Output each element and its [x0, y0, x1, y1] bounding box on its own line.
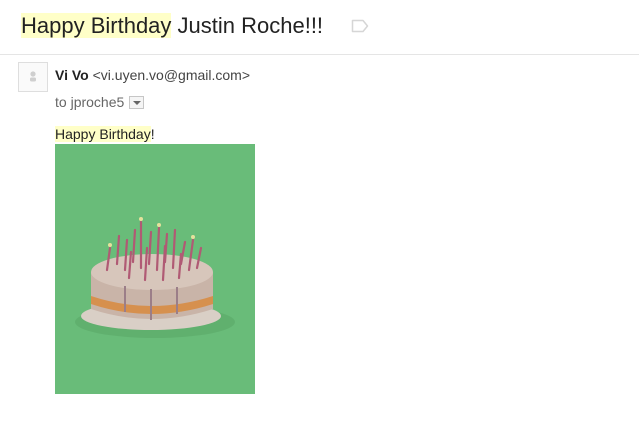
recipient-line: to jproche5 [55, 93, 145, 111]
subject-highlight: Happy Birthday [21, 13, 172, 38]
label-tag-icon[interactable] [351, 19, 369, 33]
subject-bar: Happy Birthday Justin Roche!!! [0, 0, 639, 55]
sender-name[interactable]: Vi Vo [55, 67, 89, 83]
body-highlight: Happy Birthday [55, 126, 151, 142]
subject-rest: Justin Roche!!! [171, 13, 324, 38]
email-subject: Happy Birthday Justin Roche!!! [21, 12, 323, 40]
sender-email: <vi.uyen.vo@gmail.com> [92, 67, 250, 83]
sender-line: Vi Vo <vi.uyen.vo@gmail.com> [55, 66, 250, 84]
recipient-name: jproche5 [70, 94, 125, 110]
to-label: to [55, 94, 67, 110]
default-avatar-icon [19, 71, 47, 95]
birthday-cake-image[interactable] [55, 144, 255, 394]
sender-avatar[interactable] [18, 62, 48, 92]
message-body: Happy Birthday! [55, 125, 155, 143]
body-rest: ! [150, 126, 155, 142]
chevron-down-icon[interactable] [129, 95, 145, 109]
